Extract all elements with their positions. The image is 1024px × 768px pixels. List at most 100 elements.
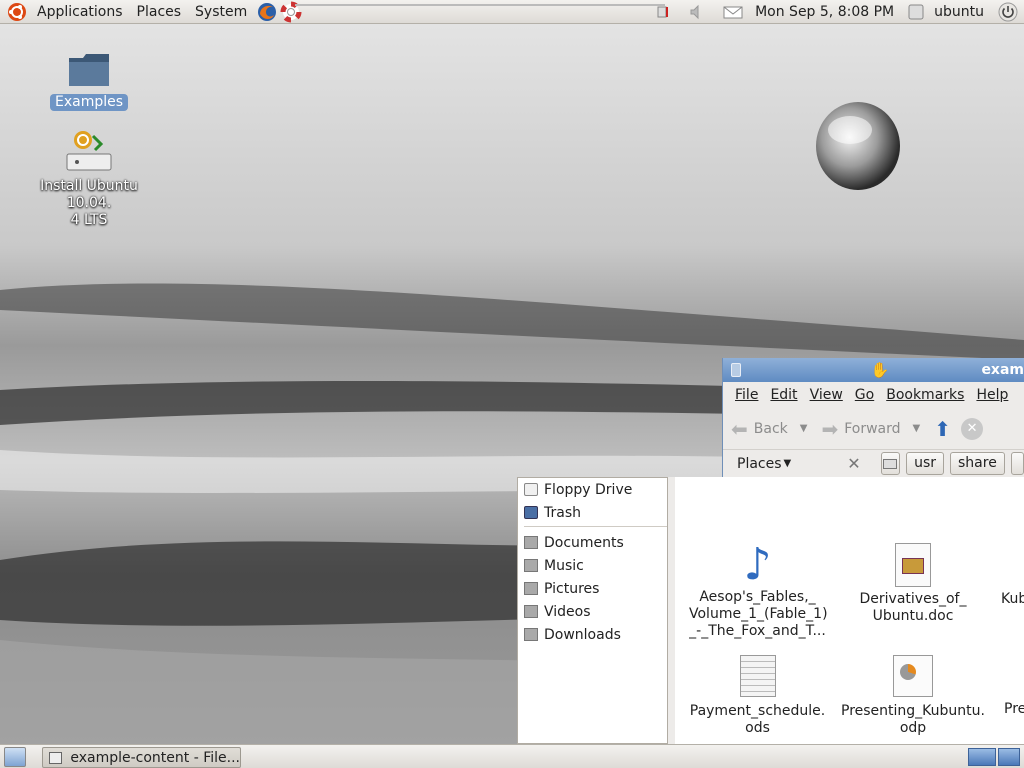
clock[interactable]: Mon Sep 5, 8:08 PM — [755, 4, 894, 20]
stop-button[interactable]: ✕ — [961, 417, 984, 440]
desktop-icon-examples[interactable]: Examples — [48, 50, 130, 111]
up-button[interactable]: ⬆ — [934, 417, 951, 441]
sidebar-item-label: Downloads — [544, 626, 621, 643]
sidebar-item-label: Floppy Drive — [544, 481, 633, 498]
back-button[interactable]: ⬅ Back ▼ — [731, 417, 807, 441]
install-icon — [63, 128, 115, 176]
volume-icon[interactable] — [689, 4, 707, 20]
chevron-down-icon: ▼ — [799, 423, 808, 434]
workspace-2[interactable] — [998, 748, 1020, 766]
forward-button[interactable]: ➡ Forward ▼ — [821, 417, 920, 441]
sidebar-item-label: Trash — [544, 504, 581, 521]
sidebar-item-label: Videos — [544, 603, 591, 620]
user-icon — [908, 4, 924, 20]
file-item[interactable]: Derivatives_of_ Ubuntu.doc — [847, 541, 979, 625]
panel-separator — [295, 4, 665, 6]
top-panel: Applications Places System Mon Sep 5, 8:… — [0, 0, 1024, 24]
move-cursor-icon: ✋ — [870, 361, 890, 379]
window-titlebar[interactable]: ✋ exam — [723, 358, 1024, 382]
crumb-current[interactable] — [1010, 452, 1024, 475]
folder-icon — [524, 582, 538, 595]
menu-go[interactable]: Go — [849, 387, 880, 403]
file-item[interactable]: ♪ Aesop's_Fables,_ Volume_1_(Fable_1) _-… — [689, 539, 828, 640]
menu-applications[interactable]: Applications — [30, 0, 130, 24]
toggle-path-button[interactable] — [880, 452, 901, 475]
music-note-icon: ♪ — [743, 539, 772, 590]
chevron-down-icon: ▼ — [783, 458, 792, 469]
chevron-down-icon: ▼ — [912, 423, 921, 434]
menu-help[interactable]: Help — [970, 387, 1014, 403]
presentation-icon — [893, 655, 933, 697]
mail-icon[interactable] — [723, 4, 743, 20]
back-label: Back — [753, 420, 788, 437]
folder-icon — [524, 628, 538, 641]
folder-icon — [524, 536, 538, 549]
file-item[interactable]: Payment_schedule. ods — [689, 653, 826, 737]
forward-arrow-icon: ➡ — [821, 416, 839, 441]
file-view: ♪ Aesop's_Fables,_ Volume_1_(Fable_1) _-… — [675, 477, 1024, 744]
disk-icon — [883, 458, 898, 469]
trash-icon — [524, 506, 538, 519]
file-label: Derivatives_of_ Ubuntu.doc — [859, 591, 967, 624]
file-browser-window: ✋ exam File Edit View Go Bookmarks Help … — [722, 358, 1024, 477]
menu-system[interactable]: System — [188, 0, 254, 24]
file-label: Kub — [1001, 591, 1024, 607]
desktop-icon-label: Examples — [49, 94, 129, 111]
places-label: Places — [737, 455, 782, 472]
task-label: example-content - File... — [70, 749, 240, 766]
sidebar-item-label: Pictures — [544, 580, 600, 597]
back-arrow-icon: ⬅ — [731, 416, 748, 441]
menu-places[interactable]: Places — [130, 0, 189, 24]
window-title: exam — [981, 362, 1024, 378]
menu-edit[interactable]: Edit — [764, 387, 803, 403]
sidebar-item-label: Documents — [544, 534, 624, 551]
floppy-icon — [524, 483, 538, 496]
document-image-thumbnail — [902, 558, 924, 574]
toolbar: ⬅ Back ▼ ➡ Forward ▼ ⬆ ✕ — [723, 408, 1024, 450]
menu-file[interactable]: File — [729, 387, 764, 403]
sidebar-item-trash[interactable]: Trash — [518, 501, 667, 524]
window-icon — [49, 751, 63, 764]
spreadsheet-icon — [739, 655, 776, 697]
desktop-icon-label: Install Ubuntu 10.04. 4 LTS — [40, 178, 138, 228]
system-tray: Mon Sep 5, 8:08 PM ubuntu — [655, 0, 1024, 24]
crumb-usr[interactable]: usr — [906, 452, 945, 475]
taskbar-button-file-browser[interactable]: example-content - File... — [42, 747, 241, 768]
firefox-icon[interactable] — [256, 1, 278, 23]
folder-icon — [524, 559, 538, 572]
places-sidebar: Floppy Drive Trash Documents Music Pictu… — [517, 477, 668, 744]
pane-splitter[interactable] — [668, 477, 675, 744]
network-icon[interactable] — [655, 4, 671, 20]
sidebar-item-downloads[interactable]: Downloads — [518, 623, 667, 646]
menu-bookmarks[interactable]: Bookmarks — [880, 387, 970, 403]
user-menu[interactable]: ubuntu — [934, 4, 984, 20]
window-menu-icon[interactable] — [731, 363, 741, 377]
crumb-share[interactable]: share — [950, 452, 1005, 475]
file-item[interactable]: Kub — [1001, 591, 1024, 608]
sidebar-item-floppy[interactable]: Floppy Drive — [518, 478, 667, 501]
places-dropdown[interactable]: Places ▼ — [737, 456, 791, 472]
show-desktop-icon[interactable] — [4, 747, 26, 767]
sidebar-item-videos[interactable]: Videos — [518, 600, 667, 623]
sidebar-separator — [524, 526, 667, 527]
file-item[interactable]: Presenting_Kubuntu. odp — [839, 653, 987, 737]
menu-view[interactable]: View — [804, 387, 849, 403]
ubuntu-logo-icon[interactable] — [6, 1, 28, 23]
sidebar-item-music[interactable]: Music — [518, 554, 667, 577]
file-label: Presenting_Kubuntu. odp — [841, 703, 985, 736]
folder-icon — [524, 605, 538, 618]
pie-chart-glyph — [900, 664, 916, 680]
folder-icon — [67, 50, 111, 90]
document-icon — [895, 543, 931, 587]
sidebar-item-pictures[interactable]: Pictures — [518, 577, 667, 600]
sidebar-item-documents[interactable]: Documents — [518, 531, 667, 554]
menubar: File Edit View Go Bookmarks Help — [723, 382, 1024, 408]
forward-label: Forward — [844, 420, 901, 437]
file-item[interactable]: Pre — [1004, 701, 1024, 718]
desktop-icon-install-ubuntu[interactable]: Install Ubuntu 10.04. 4 LTS — [18, 128, 160, 229]
file-label: Pre — [1004, 701, 1024, 717]
workspace-1[interactable] — [968, 748, 996, 766]
power-icon[interactable] — [998, 2, 1018, 22]
close-sidepane-icon[interactable]: ✕ — [847, 454, 860, 473]
file-label: Aesop's_Fables,_ Volume_1_(Fable_1) _-_T… — [689, 589, 828, 639]
